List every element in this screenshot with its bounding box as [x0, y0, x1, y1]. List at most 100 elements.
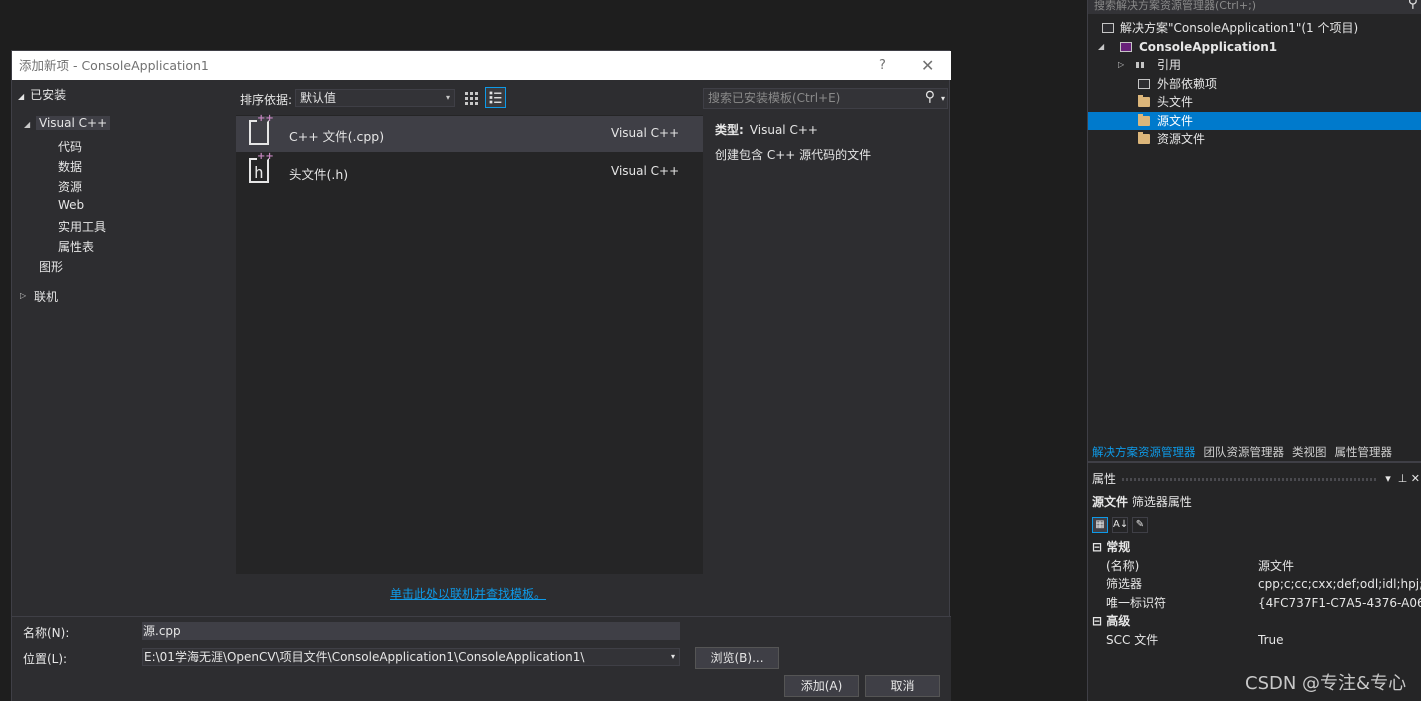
collapse-box-icon[interactable]: ⊟ [1092, 614, 1102, 628]
tab-divider [1088, 461, 1421, 463]
template-list: ++ C++ 文件(.cpp) Visual C++ ++ h 头文件(.h) V… [236, 113, 703, 574]
property-row[interactable]: 唯一标识符 {4FC737F1-C7A5-4376-A066 [1088, 594, 1421, 613]
tree-node-label: 解决方案"ConsoleApplication1"(1 个项目) [1120, 21, 1359, 35]
close-icon[interactable]: ✕ [921, 51, 934, 80]
solution-icon [1102, 23, 1114, 33]
tree-node-label: 源文件 [1157, 113, 1194, 128]
categorized-view-icon[interactable]: ▦ [1092, 517, 1108, 533]
property-key: SCC 文件 [1106, 632, 1159, 647]
name-input[interactable]: 源.cpp [142, 622, 680, 640]
sort-label: 排序依据: [240, 93, 293, 107]
browse-button[interactable]: 浏览(B)... [695, 647, 779, 669]
collapse-box-icon[interactable]: ⊟ [1092, 540, 1102, 554]
expanded-arrow-icon[interactable]: ◢ [24, 120, 30, 129]
property-row[interactable]: SCC 文件 True [1088, 631, 1421, 650]
template-search-input[interactable]: 搜索已安装模板(Ctrl+E) ⚲ ▾ [703, 88, 948, 109]
list-view-icon[interactable] [485, 87, 506, 108]
properties-header: 属性 ▾ ⊥ ✕ [1088, 470, 1421, 488]
solution-search-placeholder: 搜索解决方案资源管理器(Ctrl+;) [1094, 0, 1257, 12]
solution-search-input[interactable]: 搜索解决方案资源管理器(Ctrl+;) ⚲ [1088, 0, 1421, 14]
folder-icon [1138, 113, 1150, 126]
help-button[interactable]: ? [879, 51, 886, 80]
category-web[interactable]: Web [58, 198, 84, 212]
expanded-arrow-icon[interactable]: ◢ [18, 92, 24, 101]
tree-node-header-files[interactable]: 头文件 [1088, 93, 1421, 112]
tab-team-explorer[interactable]: 团队资源管理器 [1204, 443, 1285, 461]
tool-window-tabs: 解决方案资源管理器 团队资源管理器 类视图 属性管理器 [1088, 443, 1421, 461]
header-file-icon: ++ h [249, 151, 274, 183]
property-value[interactable]: 源文件 [1258, 557, 1421, 576]
tab-solution-explorer[interactable]: 解决方案资源管理器 [1092, 443, 1196, 461]
category-code[interactable]: 代码 [58, 138, 82, 155]
tab-class-view[interactable]: 类视图 [1292, 443, 1327, 461]
tab-property-manager[interactable]: 属性管理器 [1335, 443, 1393, 461]
tree-node-source-files[interactable]: 源文件 [1088, 111, 1421, 130]
template-language: Visual C++ [611, 164, 680, 178]
search-icon[interactable]: ⚲ [925, 88, 935, 107]
sort-value: 默认值 [300, 91, 337, 105]
type-label: 类型: [715, 123, 744, 137]
cancel-button[interactable]: 取消 [865, 675, 940, 697]
property-row[interactable]: (名称) 源文件 [1088, 557, 1421, 576]
collapsed-arrow-icon[interactable]: ▷ [20, 291, 26, 300]
tree-node-label: 引用 [1157, 58, 1182, 72]
properties-title: 属性 [1092, 472, 1117, 486]
properties-toolbar: ▦ A↓ ✎ [1092, 516, 1148, 534]
dialog-title-bar[interactable]: 添加新项 - ConsoleApplication1 [12, 51, 951, 80]
sort-dropdown[interactable]: 默认值 ▾ [295, 89, 455, 107]
template-detail-pane: 类型: Visual C++ 创建包含 C++ 源代码的文件 [715, 121, 945, 163]
template-item-cpp[interactable]: ++ C++ 文件(.cpp) Visual C++ [236, 113, 703, 152]
template-name: 头文件(.h) [289, 167, 349, 182]
property-row[interactable]: 筛选器 cpp;c;cc;cxx;def;odl;idl;hpj;b [1088, 575, 1421, 594]
online-templates-link[interactable]: 单击此处以联机并查找模板。 [390, 585, 546, 602]
tree-node-resource-files[interactable]: 资源文件 [1088, 130, 1421, 149]
tree-node-label: 头文件 [1157, 95, 1194, 109]
property-key: 筛选器 [1106, 577, 1143, 591]
medium-icons-view-icon[interactable] [461, 88, 481, 108]
category-utility[interactable]: 实用工具 [58, 218, 106, 235]
add-button[interactable]: 添加(A) [784, 675, 859, 697]
cpp-file-icon: ++ [249, 113, 274, 145]
location-value: E:\01学海无涯\OpenCV\项目文件\ConsoleApplication… [144, 650, 585, 664]
alphabetical-sort-icon[interactable]: A↓ [1112, 517, 1128, 533]
property-value[interactable]: True [1258, 631, 1421, 650]
category-graphics[interactable]: 图形 [39, 258, 63, 275]
category-pane: ◢ 已安装 ◢ Visual C++ 代码 数据 资源 Web 实用工具 属性表 … [12, 81, 235, 616]
window-controls[interactable]: ▾ ⊥ ✕ [1385, 470, 1420, 488]
location-combobox[interactable]: E:\01学海无涯\OpenCV\项目文件\ConsoleApplication… [142, 648, 680, 666]
expanded-arrow-icon[interactable]: ◢ [1098, 38, 1104, 57]
property-key: (名称) [1106, 558, 1140, 573]
tree-node-project[interactable]: ◢ ConsoleApplication1 [1088, 38, 1421, 57]
drag-grip[interactable] [1122, 478, 1378, 481]
property-value[interactable]: cpp;c;cc;cxx;def;odl;idl;hpj;b [1258, 575, 1421, 594]
dialog-footer: 名称(N): 源.cpp 位置(L): E:\01学海无涯\OpenCV\项目文… [12, 616, 951, 701]
installed-header[interactable]: ◢ 已安装 [18, 86, 66, 103]
property-key: 唯一标识符 [1106, 595, 1167, 610]
template-description: 创建包含 C++ 源代码的文件 [715, 148, 872, 162]
template-item-header[interactable]: ++ h 头文件(.h) Visual C++ [236, 151, 703, 190]
tree-node-label: ConsoleApplication1 [1139, 39, 1278, 54]
property-value[interactable]: {4FC737F1-C7A5-4376-A066 [1258, 594, 1421, 613]
category-visual-cpp[interactable]: Visual C++ [36, 116, 111, 130]
property-category[interactable]: ⊟ 常规 [1088, 538, 1421, 557]
category-online[interactable]: 联机 [34, 288, 58, 305]
tree-node-external-deps[interactable]: 外部依赖项 [1088, 75, 1421, 94]
chevron-down-icon[interactable]: ▾ [941, 89, 945, 108]
watermark: CSDN @专注&专心 [1245, 673, 1407, 694]
collapsed-arrow-icon[interactable]: ▷ [1118, 56, 1124, 75]
type-line: 类型: Visual C++ [715, 121, 945, 138]
category-label: 高级 [1106, 614, 1131, 628]
tree-node-label: 资源文件 [1157, 132, 1206, 146]
category-property-sheets[interactable]: 属性表 [58, 238, 94, 255]
search-icon[interactable]: ⚲ [1408, 0, 1418, 10]
dialog-title: 添加新项 - ConsoleApplication1 [19, 58, 209, 73]
category-resource[interactable]: 资源 [58, 178, 82, 195]
category-data[interactable]: 数据 [58, 158, 82, 175]
chevron-down-icon[interactable]: ▾ [671, 649, 675, 665]
tree-node-solution[interactable]: 解决方案"ConsoleApplication1"(1 个项目) [1088, 19, 1421, 38]
installed-label: 已安装 [30, 88, 67, 102]
wrench-icon[interactable]: ✎ [1132, 517, 1148, 533]
template-language: Visual C++ [611, 126, 680, 140]
property-category[interactable]: ⊟ 高级 [1088, 612, 1421, 631]
tree-node-references[interactable]: ▷ 引用 [1088, 56, 1421, 75]
